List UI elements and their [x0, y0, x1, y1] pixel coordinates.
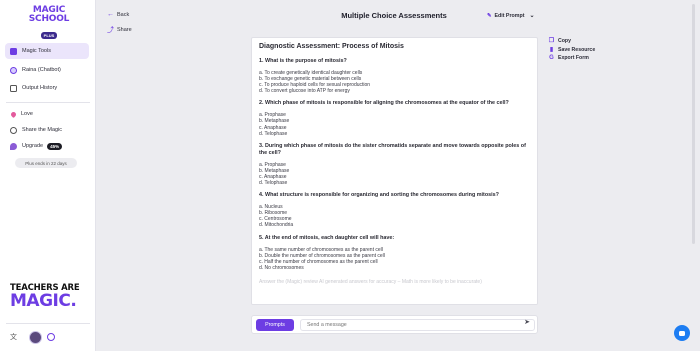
share-button[interactable]: ⤴ Share: [107, 25, 132, 35]
save-resource-button[interactable]: ▮ Save Resource: [548, 46, 596, 54]
question-block: 5. At the end of mitosis, each daughter …: [259, 235, 530, 271]
assessment-title: Diagnostic Assessment: Process of Mitosi…: [259, 43, 404, 50]
back-button[interactable]: ← Back: [107, 11, 129, 18]
question-text: 2. Which phase of mitosis is responsible…: [259, 100, 509, 107]
sidebar-item-label: Raina (Chatbot): [22, 67, 61, 73]
question-block: 4. What structure is responsible for org…: [259, 192, 530, 228]
send-icon[interactable]: ➤: [524, 318, 530, 326]
sidebar-item-label: Output History: [22, 85, 58, 91]
question-block: 2. Which phase of mitosis is responsible…: [259, 100, 530, 136]
sidebar-footer: 文: [6, 328, 90, 346]
copy-button[interactable]: ❐ Copy: [548, 37, 571, 45]
wand-icon: [10, 47, 17, 55]
message-input[interactable]: [300, 319, 535, 331]
sidebar-item-raina[interactable]: Raina (Chatbot): [5, 62, 89, 78]
answer-option: d. To convert glucose into ATP for energ…: [259, 88, 350, 95]
sidebar-item-share-the-magic[interactable]: Share the Magic: [5, 122, 89, 138]
assessment-output-panel: Diagnostic Assessment: Process of Mitosi…: [251, 37, 538, 305]
upgrade-discount-badge: 45%: [47, 142, 63, 150]
copy-icon: ❐: [548, 38, 555, 44]
pencil-icon: ✎: [487, 12, 492, 19]
sidebar-item-magic-tools[interactable]: Magic Tools: [5, 43, 89, 59]
sidebar-item-label: Upgrade: [22, 143, 44, 149]
upgrade-icon: [10, 142, 17, 150]
question-text: 4. What structure is responsible for org…: [259, 192, 499, 199]
heart-icon: [9, 110, 18, 118]
export-form-label: Export Form: [558, 55, 589, 61]
question-text: 3. During which phase of mitosis do the …: [259, 142, 526, 156]
gear-icon[interactable]: [47, 333, 55, 341]
share-icon: [10, 126, 17, 134]
save-resource-label: Save Resource: [558, 46, 596, 53]
translate-icon[interactable]: 文: [10, 332, 17, 342]
sidebar-item-output-history[interactable]: Output History: [5, 80, 89, 96]
sidebar-item-love[interactable]: Love: [5, 106, 89, 122]
chevron-down-icon: ⌄: [529, 13, 535, 19]
question-text: 1. What is the purpose of mitosis?: [259, 58, 347, 64]
banner-line2: MAGIC.: [10, 291, 77, 311]
answer-option: d. No chromosomes: [259, 264, 304, 271]
prompt-bar: Prompts ➤: [251, 315, 538, 334]
export-form-button[interactable]: G Export Form: [548, 55, 589, 61]
copy-label: Copy: [558, 37, 571, 44]
question-block: 1. What is the purpose of mitosis? a. To…: [259, 58, 530, 94]
answer-option: d. Telophase: [259, 130, 288, 137]
share-label: Share: [117, 27, 132, 33]
logo-plus-badge: PLUS: [40, 32, 58, 39]
avatar[interactable]: [29, 330, 42, 344]
scroll-fade: [252, 284, 537, 304]
chatbot-icon: [10, 66, 17, 74]
assessment-content: Diagnostic Assessment: Process of Mitosi…: [252, 38, 537, 290]
logo-line2: SCHOOL: [28, 14, 70, 24]
sidebar-item-upgrade[interactable]: Upgrade 45%: [5, 138, 89, 154]
google-forms-icon: G: [549, 55, 554, 61]
magic-school-logo[interactable]: MAGIC SCHOOL PLUS: [27, 6, 71, 42]
answer-option: d. Telophase: [259, 180, 288, 187]
answer-option: d. Mitochondria: [259, 222, 294, 229]
teachers-are-magic-banner: TEACHERS ARE MAGIC.: [10, 283, 90, 310]
bookmark-icon: ▮: [549, 47, 554, 53]
chat-bubble-icon: [679, 330, 685, 336]
prompts-button[interactable]: Prompts: [256, 319, 294, 331]
back-label: Back: [117, 11, 130, 18]
question-block: 3. During which phase of mitosis do the …: [259, 143, 530, 186]
edit-prompt-button[interactable]: ✎ Edit Prompt ⌄: [487, 12, 535, 20]
sidebar-item-label: Magic Tools: [22, 48, 51, 54]
sidebar-item-label: Share the Magic: [22, 127, 63, 133]
edit-prompt-label: Edit Prompt: [494, 12, 525, 19]
sidebar: MAGIC SCHOOL PLUS Magic Tools Raina (Cha…: [0, 0, 96, 351]
history-icon: [10, 84, 17, 92]
help-chat-button[interactable]: [674, 325, 690, 341]
scrollbar[interactable]: [692, 4, 695, 244]
arrow-left-icon: ←: [107, 11, 114, 18]
question-text: 5. At the end of mitosis, each daughter …: [259, 234, 395, 241]
sidebar-item-label: Love: [21, 111, 33, 117]
plus-ends-pill: Plus ends in 22 days: [15, 158, 77, 168]
share-icon: ⤴: [107, 27, 114, 34]
sidebar-divider: [6, 323, 90, 324]
sidebar-divider: [6, 102, 90, 103]
